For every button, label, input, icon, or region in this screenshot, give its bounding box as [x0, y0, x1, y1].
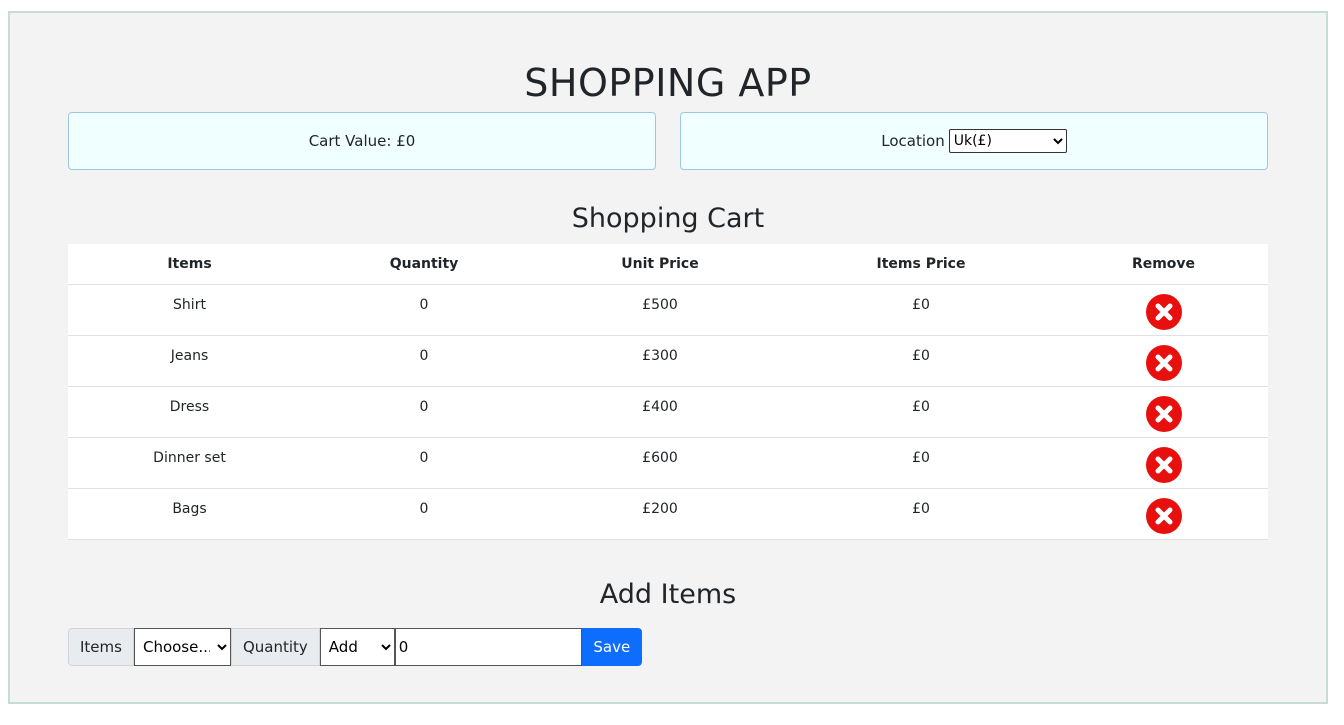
quantity-input[interactable] — [394, 628, 582, 666]
cell-items-price: £0 — [783, 335, 1059, 387]
remove-circle-x-icon[interactable] — [1145, 396, 1182, 432]
add-items-heading: Add Items — [599, 579, 737, 610]
cell-remove — [1059, 284, 1268, 336]
table-row: Dress 0 £400 £0 — [68, 386, 1268, 438]
cart-table: Items Quantity Unit Price Items Price Re… — [68, 244, 1268, 540]
remove-circle-x-icon[interactable] — [1145, 345, 1182, 381]
cart-value-text: Cart Value: £0 — [308, 132, 416, 150]
cell-item: Dress — [68, 386, 311, 438]
location-panel: Location Uk(£) — [680, 112, 1268, 170]
cart-table-header-row: Items Quantity Unit Price Items Price Re… — [68, 244, 1268, 285]
action-select[interactable]: Add — [319, 628, 395, 666]
add-items-form: Items Choose... Quantity Add Save — [68, 628, 642, 666]
location-label: Location — [881, 132, 945, 150]
cell-items-price: £0 — [783, 284, 1059, 336]
save-button[interactable]: Save — [581, 628, 642, 666]
header-items-price: Items Price — [783, 244, 1059, 285]
cell-item: Jeans — [68, 335, 311, 387]
header-quantity: Quantity — [311, 244, 537, 285]
header-unit-price: Unit Price — [537, 244, 783, 285]
cell-item: Bags — [68, 488, 311, 540]
cell-quantity: 0 — [311, 335, 537, 387]
cell-remove — [1059, 488, 1268, 540]
cell-quantity: 0 — [311, 386, 537, 438]
cell-item: Dinner set — [68, 437, 311, 489]
cell-unit-price: £300 — [537, 335, 783, 387]
remove-circle-x-icon[interactable] — [1145, 294, 1182, 330]
cell-unit-price: £600 — [537, 437, 783, 489]
shopping-cart-heading: Shopping Cart — [571, 203, 765, 234]
cell-unit-price: £500 — [537, 284, 783, 336]
location-select[interactable]: Uk(£) — [948, 129, 1067, 153]
items-label: Items — [68, 628, 134, 666]
table-row: Bags 0 £200 £0 — [68, 488, 1268, 540]
cell-items-price: £0 — [783, 488, 1059, 540]
cell-remove — [1059, 437, 1268, 489]
header-items: Items — [68, 244, 311, 285]
quantity-label: Quantity — [230, 628, 320, 666]
items-select[interactable]: Choose... — [133, 628, 231, 666]
remove-circle-x-icon[interactable] — [1145, 447, 1182, 483]
table-row: Shirt 0 £500 £0 — [68, 284, 1268, 336]
cell-unit-price: £200 — [537, 488, 783, 540]
cell-remove — [1059, 335, 1268, 387]
table-row: Jeans 0 £300 £0 — [68, 335, 1268, 387]
cell-items-price: £0 — [783, 386, 1059, 438]
cell-quantity: 0 — [311, 284, 537, 336]
app-container: SHOPPING APP Cart Value: £0 Location Uk(… — [8, 11, 1328, 704]
cell-quantity: 0 — [311, 437, 537, 489]
cart-value-panel: Cart Value: £0 — [68, 112, 656, 170]
header-remove: Remove — [1059, 244, 1268, 285]
cell-unit-price: £400 — [537, 386, 783, 438]
cell-items-price: £0 — [783, 437, 1059, 489]
cell-remove — [1059, 386, 1268, 438]
remove-circle-x-icon[interactable] — [1145, 498, 1182, 534]
table-row: Dinner set 0 £600 £0 — [68, 437, 1268, 489]
cell-item: Shirt — [68, 284, 311, 336]
cell-quantity: 0 — [311, 488, 537, 540]
page-title: SHOPPING APP — [524, 61, 812, 105]
